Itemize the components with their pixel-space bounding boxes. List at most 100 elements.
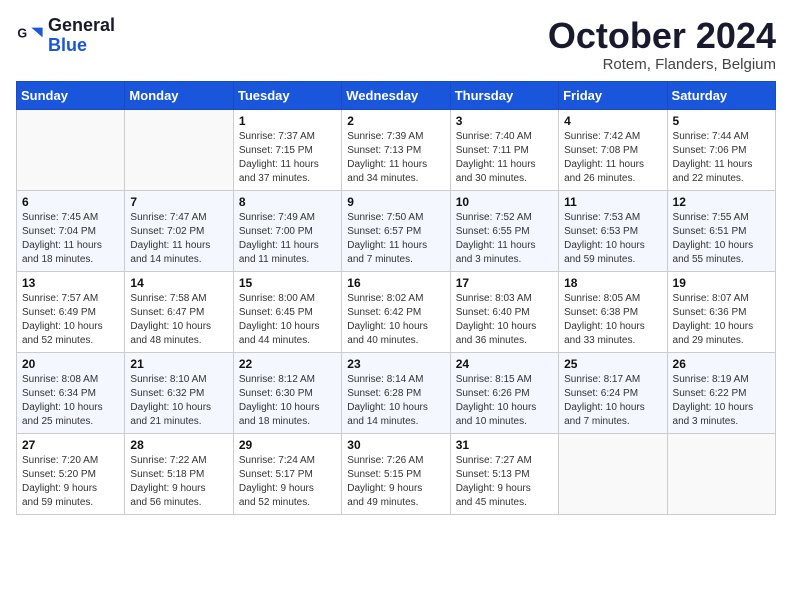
- day-number: 8: [239, 195, 336, 209]
- day-detail: Sunrise: 7:27 AM Sunset: 5:13 PM Dayligh…: [456, 454, 553, 510]
- day-detail: Sunrise: 7:50 AM Sunset: 6:57 PM Dayligh…: [347, 211, 444, 267]
- day-detail: Sunrise: 8:10 AM Sunset: 6:32 PM Dayligh…: [130, 373, 227, 429]
- title-area: October 2024 Rotem, Flanders, Belgium: [548, 16, 776, 73]
- day-detail: Sunrise: 8:12 AM Sunset: 6:30 PM Dayligh…: [239, 373, 336, 429]
- day-number: 2: [347, 114, 444, 128]
- calendar-cell: 14Sunrise: 7:58 AM Sunset: 6:47 PM Dayli…: [125, 271, 233, 352]
- day-number: 11: [564, 195, 661, 209]
- calendar-cell: 28 Sunrise: 7:22 AM Sunset: 5:18 PM Dayli…: [125, 433, 233, 514]
- calendar-cell: 23 Sunrise: 8:14 AM Sunset: 6:28 PM Dayli…: [342, 352, 450, 433]
- calendar-cell: 29 Sunrise: 7:24 AM Sunset: 5:17 PM Dayli…: [233, 433, 341, 514]
- calendar-cell: 13Sunrise: 7:57 AM Sunset: 6:49 PM Dayli…: [17, 271, 125, 352]
- day-number: 17: [456, 276, 553, 290]
- day-header-friday: Friday: [559, 81, 667, 109]
- day-number: 30: [347, 438, 444, 452]
- calendar-cell: 4Sunrise: 7:42 AM Sunset: 7:08 PM Daylig…: [559, 109, 667, 190]
- day-header-sunday: Sunday: [17, 81, 125, 109]
- logo-icon: G: [16, 22, 44, 50]
- day-detail: Sunrise: 8:14 AM Sunset: 6:28 PM Dayligh…: [347, 373, 444, 429]
- day-detail: Sunrise: 7:53 AM Sunset: 6:53 PM Dayligh…: [564, 211, 661, 267]
- day-detail: Sunrise: 8:07 AM Sunset: 6:36 PM Dayligh…: [673, 292, 770, 348]
- calendar-cell: [17, 109, 125, 190]
- calendar-cell: 1 Sunrise: 7:37 AM Sunset: 7:15 PM Daylig…: [233, 109, 341, 190]
- day-detail: Sunrise: 8:05 AM Sunset: 6:38 PM Dayligh…: [564, 292, 661, 348]
- calendar-cell: 10Sunrise: 7:52 AM Sunset: 6:55 PM Dayli…: [450, 190, 558, 271]
- calendar-cell: 17 Sunrise: 8:03 AM Sunset: 6:40 PM Dayli…: [450, 271, 558, 352]
- calendar-table: SundayMondayTuesdayWednesdayThursdayFrid…: [16, 81, 776, 515]
- day-detail: Sunrise: 7:52 AM Sunset: 6:55 PM Dayligh…: [456, 211, 553, 267]
- calendar-cell: 21 Sunrise: 8:10 AM Sunset: 6:32 PM Dayli…: [125, 352, 233, 433]
- day-number: 26: [673, 357, 770, 371]
- calendar-cell: [559, 433, 667, 514]
- day-detail: Sunrise: 8:08 AM Sunset: 6:34 PM Dayligh…: [22, 373, 119, 429]
- calendar-cell: 20Sunrise: 8:08 AM Sunset: 6:34 PM Dayli…: [17, 352, 125, 433]
- calendar-week-row: 13Sunrise: 7:57 AM Sunset: 6:49 PM Dayli…: [17, 271, 776, 352]
- day-number: 13: [22, 276, 119, 290]
- calendar-cell: [125, 109, 233, 190]
- day-number: 9: [347, 195, 444, 209]
- day-header-monday: Monday: [125, 81, 233, 109]
- calendar-week-row: 20Sunrise: 8:08 AM Sunset: 6:34 PM Dayli…: [17, 352, 776, 433]
- day-detail: Sunrise: 7:39 AM Sunset: 7:13 PM Dayligh…: [347, 130, 444, 186]
- svg-text:G: G: [17, 26, 27, 40]
- calendar-cell: 24 Sunrise: 8:15 AM Sunset: 6:26 PM Dayli…: [450, 352, 558, 433]
- day-header-saturday: Saturday: [667, 81, 775, 109]
- calendar-cell: 8 Sunrise: 7:49 AM Sunset: 7:00 PM Daylig…: [233, 190, 341, 271]
- day-detail: Sunrise: 7:55 AM Sunset: 6:51 PM Dayligh…: [673, 211, 770, 267]
- day-detail: Sunrise: 7:22 AM Sunset: 5:18 PM Dayligh…: [130, 454, 227, 510]
- calendar-cell: 5Sunrise: 7:44 AM Sunset: 7:06 PM Daylig…: [667, 109, 775, 190]
- day-number: 27: [22, 438, 119, 452]
- day-detail: Sunrise: 8:15 AM Sunset: 6:26 PM Dayligh…: [456, 373, 553, 429]
- day-detail: Sunrise: 7:45 AM Sunset: 7:04 PM Dayligh…: [22, 211, 119, 267]
- day-number: 1: [239, 114, 336, 128]
- day-number: 23: [347, 357, 444, 371]
- day-number: 4: [564, 114, 661, 128]
- calendar-cell: 12 Sunrise: 7:55 AM Sunset: 6:51 PM Dayli…: [667, 190, 775, 271]
- day-header-tuesday: Tuesday: [233, 81, 341, 109]
- calendar-cell: 18 Sunrise: 8:05 AM Sunset: 6:38 PM Dayli…: [559, 271, 667, 352]
- calendar-cell: [667, 433, 775, 514]
- calendar-cell: 22 Sunrise: 8:12 AM Sunset: 6:30 PM Dayli…: [233, 352, 341, 433]
- day-detail: Sunrise: 8:00 AM Sunset: 6:45 PM Dayligh…: [239, 292, 336, 348]
- calendar-cell: 7 Sunrise: 7:47 AM Sunset: 7:02 PM Daylig…: [125, 190, 233, 271]
- day-detail: Sunrise: 7:49 AM Sunset: 7:00 PM Dayligh…: [239, 211, 336, 267]
- calendar-cell: 3 Sunrise: 7:40 AM Sunset: 7:11 PM Daylig…: [450, 109, 558, 190]
- day-number: 31: [456, 438, 553, 452]
- day-detail: Sunrise: 8:02 AM Sunset: 6:42 PM Dayligh…: [347, 292, 444, 348]
- day-detail: Sunrise: 7:26 AM Sunset: 5:15 PM Dayligh…: [347, 454, 444, 510]
- day-number: 19: [673, 276, 770, 290]
- day-number: 3: [456, 114, 553, 128]
- calendar-cell: 30 Sunrise: 7:26 AM Sunset: 5:15 PM Dayli…: [342, 433, 450, 514]
- day-detail: Sunrise: 7:37 AM Sunset: 7:15 PM Dayligh…: [239, 130, 336, 186]
- calendar-header-row: SundayMondayTuesdayWednesdayThursdayFrid…: [17, 81, 776, 109]
- location: Rotem, Flanders, Belgium: [548, 56, 776, 73]
- day-header-wednesday: Wednesday: [342, 81, 450, 109]
- day-number: 25: [564, 357, 661, 371]
- day-detail: Sunrise: 7:58 AM Sunset: 6:47 PM Dayligh…: [130, 292, 227, 348]
- day-detail: Sunrise: 8:17 AM Sunset: 6:24 PM Dayligh…: [564, 373, 661, 429]
- day-number: 28: [130, 438, 227, 452]
- day-detail: Sunrise: 7:47 AM Sunset: 7:02 PM Dayligh…: [130, 211, 227, 267]
- day-number: 18: [564, 276, 661, 290]
- day-number: 22: [239, 357, 336, 371]
- day-number: 24: [456, 357, 553, 371]
- day-detail: Sunrise: 7:44 AM Sunset: 7:06 PM Dayligh…: [673, 130, 770, 186]
- day-number: 12: [673, 195, 770, 209]
- day-detail: Sunrise: 8:03 AM Sunset: 6:40 PM Dayligh…: [456, 292, 553, 348]
- calendar-cell: 6Sunrise: 7:45 AM Sunset: 7:04 PM Daylig…: [17, 190, 125, 271]
- day-number: 15: [239, 276, 336, 290]
- calendar-cell: 25 Sunrise: 8:17 AM Sunset: 6:24 PM Dayli…: [559, 352, 667, 433]
- calendar-cell: 19 Sunrise: 8:07 AM Sunset: 6:36 PM Dayli…: [667, 271, 775, 352]
- calendar-cell: 15 Sunrise: 8:00 AM Sunset: 6:45 PM Dayli…: [233, 271, 341, 352]
- logo-text: General Blue: [48, 16, 115, 56]
- day-detail: Sunrise: 7:24 AM Sunset: 5:17 PM Dayligh…: [239, 454, 336, 510]
- day-detail: Sunrise: 7:20 AM Sunset: 5:20 PM Dayligh…: [22, 454, 119, 510]
- day-detail: Sunrise: 7:40 AM Sunset: 7:11 PM Dayligh…: [456, 130, 553, 186]
- day-number: 7: [130, 195, 227, 209]
- day-number: 29: [239, 438, 336, 452]
- calendar-week-row: 6Sunrise: 7:45 AM Sunset: 7:04 PM Daylig…: [17, 190, 776, 271]
- day-number: 21: [130, 357, 227, 371]
- calendar-cell: 9 Sunrise: 7:50 AM Sunset: 6:57 PM Daylig…: [342, 190, 450, 271]
- calendar-cell: 31 Sunrise: 7:27 AM Sunset: 5:13 PM Dayli…: [450, 433, 558, 514]
- calendar-cell: 11 Sunrise: 7:53 AM Sunset: 6:53 PM Dayli…: [559, 190, 667, 271]
